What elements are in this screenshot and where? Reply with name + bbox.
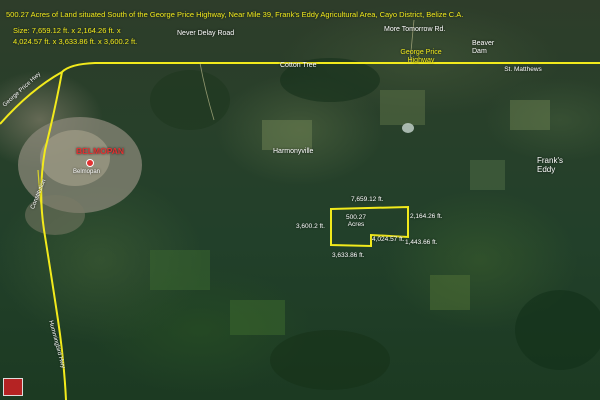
logo-badge-icon	[3, 378, 23, 396]
franks-eddy-label: Frank's Eddy	[537, 156, 563, 174]
clearing-5	[150, 250, 210, 290]
clearing-7	[470, 160, 505, 190]
size-line-1: Size: 7,659.12 ft. x 2,164.26 ft. x	[13, 26, 121, 35]
george-price-highway-label: George Price Highway	[400, 49, 442, 64]
clearing-1	[262, 120, 312, 150]
cotton-tree-label: Cotton Tree	[280, 62, 317, 69]
side-east-label: 2,164.26 ft.	[410, 213, 443, 220]
st-matthews-label: St. Matthews	[504, 66, 542, 73]
clearing-6	[230, 300, 285, 335]
side-south-inner-label: 4,024.57 ft.	[372, 236, 405, 243]
harmonyville-label: Harmonyville	[273, 148, 314, 155]
belmopan-urban-core	[40, 130, 110, 186]
city-pin-icon	[86, 159, 94, 167]
clearing-2	[380, 90, 425, 125]
parcel-area-label: 500.27 Acres	[346, 214, 366, 229]
clearing-4	[430, 275, 470, 310]
belmopan-city-label: BELMOPAN	[76, 146, 125, 156]
side-north-label: 7,659.12 ft.	[351, 196, 384, 203]
beaver-dam-label: Beaver Dam	[472, 40, 495, 55]
more-tomorrow-road-label: More Tomorrow Rd.	[384, 26, 446, 33]
belmopan-label: Belmopan	[73, 169, 101, 175]
never-delay-road-label: Never Delay Road	[177, 30, 235, 37]
pond	[402, 123, 414, 133]
forest-patch-4	[150, 70, 230, 130]
map-title: 500.27 Acres of Land situated South of t…	[6, 10, 464, 19]
terrain-layer	[0, 19, 600, 400]
satellite-map: 500.27 Acres of Land situated South of t…	[0, 0, 600, 400]
size-line-2: 4,024.57 ft. x 3,633.86 ft. x 3,600.2 ft…	[13, 37, 138, 46]
forest-patch-2	[515, 290, 600, 370]
side-west-label: 3,600.2 ft.	[296, 223, 325, 230]
side-south-label: 3,633.86 ft.	[332, 252, 365, 259]
clearing-3	[510, 100, 550, 130]
side-southeast-label: 1,443.66 ft.	[405, 239, 438, 246]
forest-patch-3	[270, 330, 390, 390]
